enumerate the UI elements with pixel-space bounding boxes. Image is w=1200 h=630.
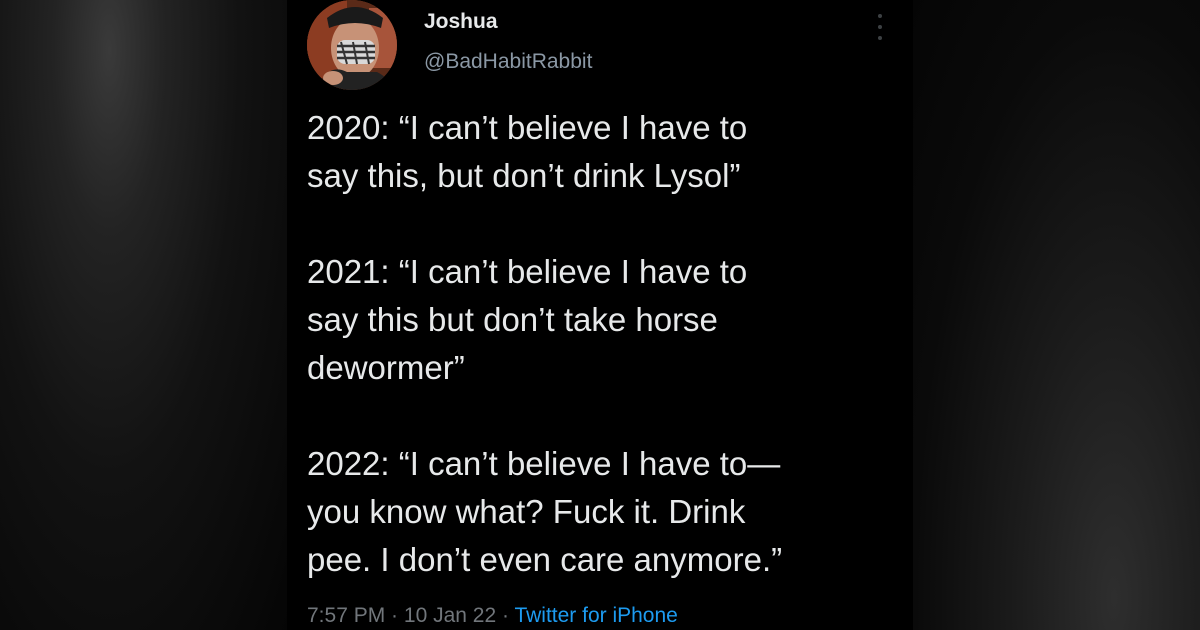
user-handle[interactable]: @BadHabitRabbit bbox=[424, 50, 592, 74]
tweet-paragraph-2022: 2022: “I can’t believe I have to— you kn… bbox=[307, 445, 783, 578]
tweet-date[interactable]: 10 Jan 22 bbox=[404, 604, 496, 627]
meta-separator: · bbox=[496, 604, 515, 627]
tweet-text: 2020: “I can’t believe I have to say thi… bbox=[307, 104, 897, 584]
tweet-paragraph-2021: 2021: “I can’t believe I have to say thi… bbox=[307, 253, 748, 386]
tweet-time[interactable]: 7:57 PM bbox=[307, 604, 385, 627]
avatar-photo bbox=[307, 0, 397, 90]
avatar[interactable] bbox=[307, 0, 397, 90]
blurred-background-left bbox=[0, 0, 287, 630]
tweet-metadata: 7:57 PM · 10 Jan 22 · Twitter for iPhone bbox=[307, 604, 678, 628]
tweet-paragraph-2020: 2020: “I can’t believe I have to say thi… bbox=[307, 109, 748, 194]
more-dot bbox=[878, 14, 882, 18]
more-dot bbox=[878, 36, 882, 40]
blurred-background-right bbox=[913, 0, 1200, 630]
more-dot bbox=[878, 25, 882, 29]
user-name[interactable]: Joshua bbox=[424, 10, 498, 34]
more-vertical-icon[interactable] bbox=[875, 14, 885, 40]
screenshot-stage: Joshua @BadHabitRabbit 2020: “I can’t be… bbox=[0, 0, 1200, 630]
tweet-card: Joshua @BadHabitRabbit 2020: “I can’t be… bbox=[287, 0, 913, 630]
tweet-source-link[interactable]: Twitter for iPhone bbox=[514, 604, 677, 627]
meta-separator: · bbox=[385, 604, 404, 627]
